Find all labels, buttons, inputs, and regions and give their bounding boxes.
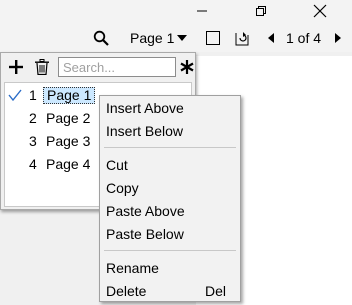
toolbar: Page 1 1 of 4 xyxy=(0,24,352,52)
page-counter: 1 of 4 xyxy=(286,24,321,52)
page-number: 3 xyxy=(29,133,37,149)
minimize-icon xyxy=(197,10,207,12)
menu-item-label: Rename xyxy=(106,260,159,276)
menu-item-label: Copy xyxy=(106,180,139,196)
context-menu: Insert Above Insert Below Cut Copy Paste… xyxy=(99,95,241,302)
menu-item-paste-above[interactable]: Paste Above xyxy=(100,200,240,222)
menu-item-paste-below[interactable]: Paste Below xyxy=(100,223,240,245)
trash-icon xyxy=(35,59,49,75)
menu-item-insert-below[interactable]: Insert Below xyxy=(100,120,240,142)
restore-icon xyxy=(256,6,266,16)
menu-item-label: Paste Above xyxy=(106,203,185,219)
panel-toolbar xyxy=(1,53,197,81)
menu-item-delete[interactable]: Delete Del xyxy=(100,280,240,302)
menu-item-cut[interactable]: Cut xyxy=(100,154,240,176)
rotate-page-button[interactable] xyxy=(232,24,252,52)
menu-item-label: Cut xyxy=(106,157,128,173)
delete-page-button[interactable] xyxy=(31,56,53,78)
asterisk-icon xyxy=(180,60,194,74)
magnifier-icon xyxy=(93,30,109,46)
options-button[interactable] xyxy=(176,56,198,78)
page-search-input[interactable] xyxy=(58,57,176,77)
next-page-button[interactable] xyxy=(333,24,343,52)
page-frame-icon xyxy=(206,31,220,45)
checkmark-icon xyxy=(5,84,25,106)
close-button[interactable] xyxy=(297,0,343,22)
menu-item-label: Delete xyxy=(106,283,147,299)
menu-separator xyxy=(104,147,236,148)
page-number: 2 xyxy=(29,110,37,126)
previous-page-button[interactable] xyxy=(266,24,276,52)
close-icon xyxy=(313,4,327,18)
menu-item-copy[interactable]: Copy xyxy=(100,177,240,199)
page-label: Page 1 xyxy=(43,86,96,104)
rotate-page-icon xyxy=(235,32,249,46)
menu-item-label: Paste Below xyxy=(106,226,184,242)
menu-item-insert-above[interactable]: Insert Above xyxy=(100,97,240,119)
triangle-left-icon xyxy=(268,33,274,43)
dropdown-arrow-icon xyxy=(177,35,188,41)
title-bar xyxy=(0,0,352,24)
menu-item-label: Insert Below xyxy=(106,123,184,139)
add-page-button[interactable] xyxy=(5,56,27,78)
plus-icon xyxy=(9,60,23,74)
page-label: Page 2 xyxy=(46,109,91,126)
page-counter-text: 1 of 4 xyxy=(286,30,322,46)
menu-separator xyxy=(104,250,236,251)
page-number: 1 xyxy=(29,87,37,103)
menu-item-label: Insert Above xyxy=(106,100,184,116)
menu-item-shortcut: Del xyxy=(204,283,226,299)
page-selector-dropdown[interactable]: Page 1 xyxy=(130,24,188,52)
page-number: 4 xyxy=(29,156,37,172)
triangle-right-icon xyxy=(335,33,341,43)
restore-button[interactable] xyxy=(238,0,284,22)
page-selector-value: Page 1 xyxy=(130,30,175,46)
page-frame-button[interactable] xyxy=(205,24,221,52)
page-label: Page 3 xyxy=(46,132,91,149)
menu-item-rename[interactable]: Rename xyxy=(100,257,240,279)
minimize-button[interactable] xyxy=(179,0,225,22)
search-button[interactable] xyxy=(91,24,111,52)
page-label: Page 4 xyxy=(46,155,91,172)
